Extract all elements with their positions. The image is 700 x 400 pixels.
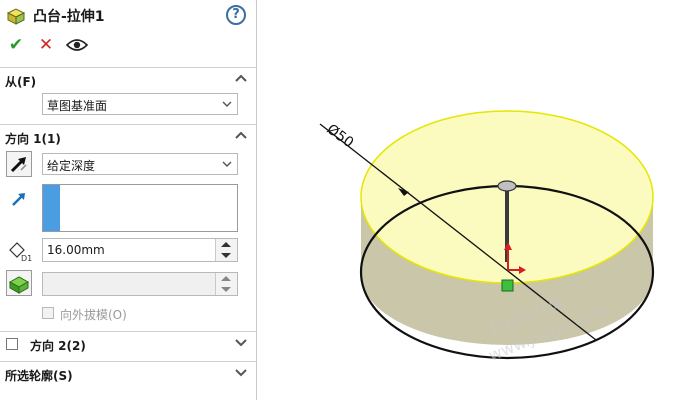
depth-icon-label: D1 — [21, 254, 32, 263]
draft-icon — [8, 276, 30, 294]
section-direction2-label: 方向 2(2) — [30, 339, 86, 353]
origin-point-marker[interactable] — [501, 279, 514, 292]
property-manager: 凸台-拉伸1 ? ✔ ✕ 从(F) 草图基准面 方向 1(1) 给定深度 D1 … — [0, 0, 257, 400]
direction-vector-icon — [12, 193, 25, 206]
graphics-viewport[interactable]: Ø50 机械时代网 www.jxage.com — [258, 0, 700, 400]
draft-outward-label: 向外拔模(O) — [60, 308, 127, 322]
ok-button[interactable]: ✔ — [6, 34, 26, 56]
feature-titlebar: 凸台-拉伸1 ? — [0, 0, 256, 32]
section-direction1-label: 方向 1(1) — [5, 132, 61, 146]
end-condition-select[interactable]: 给定深度 — [42, 153, 238, 175]
from-condition-select[interactable]: 草图基准面 — [42, 93, 238, 115]
section-direction2-header[interactable]: 方向 2(2) — [0, 331, 256, 355]
extrude-boss-icon — [6, 8, 26, 25]
direction-reference-list[interactable] — [42, 184, 238, 232]
depth-drag-handle-icon[interactable] — [497, 180, 517, 192]
depth-dimension-icon: D1 — [9, 242, 32, 263]
diameter-dimension-text[interactable]: Ø50 — [324, 121, 357, 151]
draft-outward-checkbox[interactable] — [42, 307, 54, 319]
help-button[interactable]: ? — [226, 5, 246, 25]
spin-up-icon[interactable] — [221, 276, 231, 281]
from-condition-value: 草图基准面 — [47, 99, 108, 113]
action-bar: ✔ ✕ — [0, 34, 256, 58]
preview-eye-icon[interactable] — [66, 38, 88, 52]
extrude-preview: Ø50 机械时代网 www.jxage.com — [319, 110, 655, 365]
chevron-down-icon[interactable] — [234, 365, 248, 379]
draft-angle-spinbox[interactable] — [42, 272, 238, 296]
depth-value: 16.00mm — [47, 243, 105, 257]
chevron-up-icon[interactable] — [234, 128, 248, 142]
active-selection-indicator — [43, 185, 60, 231]
spin-down-icon[interactable] — [221, 253, 231, 258]
spin-up-icon[interactable] — [221, 242, 231, 247]
chevron-up-icon[interactable] — [234, 71, 248, 85]
reverse-direction-button[interactable] — [6, 151, 32, 177]
draft-spin-arrows[interactable] — [215, 273, 237, 295]
section-from-label: 从(F) — [5, 75, 37, 89]
spin-down-icon[interactable] — [221, 287, 231, 292]
direction2-checkbox[interactable] — [6, 338, 18, 350]
depth-spinbox[interactable]: 16.00mm — [42, 238, 238, 262]
section-selected-contours-header[interactable]: 所选轮廓(S) — [0, 361, 256, 385]
draft-toggle-button[interactable] — [6, 270, 32, 296]
end-condition-value: 给定深度 — [47, 159, 96, 173]
chevron-down-icon — [222, 101, 232, 107]
section-selected-contours-label: 所选轮廓(S) — [5, 369, 73, 383]
depth-spin-arrows[interactable] — [215, 239, 237, 261]
cancel-button[interactable]: ✕ — [36, 34, 56, 56]
chevron-down-icon[interactable] — [234, 335, 248, 349]
feature-title: 凸台-拉伸1 — [33, 9, 105, 25]
section-from-header[interactable]: 从(F) — [0, 67, 256, 91]
chevron-down-icon — [222, 161, 232, 167]
section-direction1-header[interactable]: 方向 1(1) — [0, 124, 256, 148]
reverse-direction-icon — [10, 157, 27, 173]
